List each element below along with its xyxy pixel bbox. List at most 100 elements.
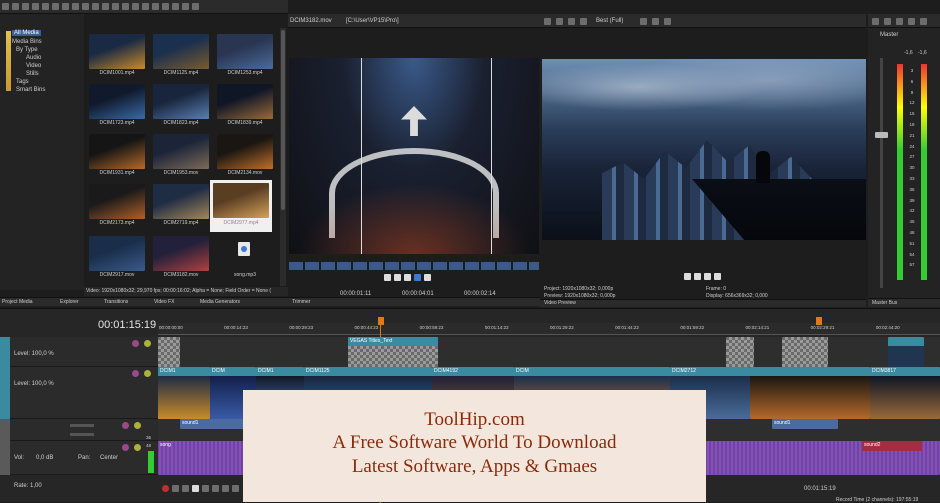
mute-icon[interactable] [132, 340, 139, 347]
tab-video-fx[interactable]: Video FX [154, 298, 174, 306]
play-icon[interactable] [384, 274, 391, 281]
downmix-icon[interactable] [908, 18, 915, 25]
media-item[interactable]: DCIM2719.mp4 [148, 180, 214, 228]
paste-icon[interactable] [62, 3, 69, 10]
open-icon[interactable] [12, 3, 19, 10]
settings-icon[interactable] [102, 3, 109, 10]
tab-master-bus[interactable]: Master Bus [872, 299, 897, 307]
import-icon[interactable] [122, 3, 129, 10]
media-scrollbar[interactable] [280, 28, 286, 286]
track-header-video-2[interactable]: Level: 100,0 % [0, 367, 158, 419]
media-item[interactable]: song.mp3 [212, 232, 278, 280]
quality-dropdown[interactable]: Best (Full) [596, 18, 623, 24]
media-item[interactable]: DCIM1931.mp4 [84, 130, 150, 178]
title-clip[interactable] [726, 337, 754, 367]
tree-item-audio[interactable]: Audio [26, 55, 41, 61]
play-icon[interactable] [684, 273, 691, 280]
delete-icon[interactable] [72, 3, 79, 10]
tree-item-all-media[interactable]: All Media [12, 30, 41, 36]
stop-icon[interactable] [704, 273, 711, 280]
video-clip[interactable] [750, 367, 870, 419]
redo-icon[interactable] [92, 3, 99, 10]
pause-icon[interactable] [694, 273, 701, 280]
media-item[interactable]: DCIM1125.mp4 [148, 30, 214, 78]
tab-project-media[interactable]: Project Media [2, 298, 33, 306]
tab-video-preview[interactable]: Video Preview [544, 300, 576, 307]
title-clip[interactable] [782, 337, 828, 367]
snapshot-icon[interactable] [652, 18, 659, 25]
tab-trimmer[interactable]: Trimmer [292, 298, 310, 306]
save-icon[interactable] [22, 3, 29, 10]
track-header-video-1[interactable]: Level: 100,0 % [0, 337, 158, 367]
audio-clip[interactable]: sound1 [772, 419, 838, 429]
stop-icon[interactable] [212, 485, 219, 492]
pause-icon[interactable] [394, 274, 401, 281]
new-project-icon[interactable] [2, 3, 9, 10]
solo-icon[interactable] [134, 422, 141, 429]
media-item[interactable]: DCIM2173.mp4 [84, 180, 150, 228]
fx-icon[interactable] [142, 3, 149, 10]
video-clip[interactable] [888, 337, 924, 367]
media-item[interactable]: DCIM1839.mp4 [212, 80, 278, 128]
trimmer-filmstrip[interactable] [289, 262, 539, 270]
tab-explorer[interactable]: Explorer [60, 298, 79, 306]
media-item[interactable]: DCIM1953.mov [148, 130, 214, 178]
stop-icon[interactable] [404, 274, 411, 281]
mute-icon[interactable] [122, 444, 129, 451]
volume-slider[interactable] [70, 433, 94, 436]
zoom-icon[interactable] [192, 3, 199, 10]
menu-icon[interactable] [424, 274, 431, 281]
media-item[interactable]: DCIM2134.mov [212, 130, 278, 178]
tree-item-stills[interactable]: Stills [26, 71, 39, 77]
stop-icon[interactable] [162, 3, 169, 10]
title-clip[interactable]: VEGAS Titles_Text [348, 337, 438, 367]
menu-icon[interactable] [714, 273, 721, 280]
undo-icon[interactable] [82, 3, 89, 10]
grid-icon[interactable] [640, 18, 647, 25]
solo-icon[interactable] [144, 340, 151, 347]
playhead-marker[interactable] [378, 317, 384, 325]
master-fader-track[interactable] [880, 58, 883, 288]
dim-icon[interactable] [920, 18, 927, 25]
media-item-selected[interactable]: DCIM2977.mp4 [210, 180, 272, 232]
copy-snapshot-icon[interactable] [664, 18, 671, 25]
go-end-icon[interactable] [232, 485, 239, 492]
media-item[interactable]: DCIM2917.mov [84, 232, 150, 280]
video-clip[interactable]: DCIM1 [158, 367, 210, 419]
title-clip[interactable] [158, 337, 180, 367]
marker-flag[interactable] [816, 317, 822, 325]
mute-icon[interactable] [132, 370, 139, 377]
timeline-ruler[interactable]: 00:00:00:00 00:00:14:23 00:00:29:23 00:00:4… [158, 323, 940, 335]
volume-slider[interactable] [70, 424, 94, 427]
tree-item-smart-bins[interactable]: Smart Bins [16, 87, 45, 93]
audio-clip[interactable]: sound2 [862, 441, 922, 451]
grid-icon[interactable] [172, 3, 179, 10]
loop-icon[interactable] [414, 274, 421, 281]
copy-icon[interactable] [52, 3, 59, 10]
tree-item-by-type[interactable]: By Type [16, 47, 38, 53]
overlay-icon[interactable] [580, 18, 587, 25]
media-item[interactable]: DCIM1823.mp4 [148, 80, 214, 128]
pause-icon[interactable] [202, 485, 209, 492]
properties-icon[interactable] [32, 3, 39, 10]
track-header-audio-2[interactable]: Vol: 0,0 dB Pan: Center 48 [0, 441, 158, 475]
split-screen-icon[interactable] [556, 18, 563, 25]
list-icon[interactable] [182, 3, 189, 10]
go-start-icon[interactable] [222, 485, 229, 492]
tab-transitions[interactable]: Transitions [104, 298, 128, 306]
media-item[interactable]: DCIM3182.mov [148, 232, 214, 280]
media-item[interactable]: DCIM1723.mp4 [84, 80, 150, 128]
solo-icon[interactable] [134, 444, 141, 451]
track-lane-1[interactable]: VEGAS Titles_Text [158, 337, 940, 367]
audio-clip[interactable]: sound1 [180, 419, 244, 429]
play-icon[interactable] [192, 485, 199, 492]
play-icon[interactable] [152, 3, 159, 10]
record-icon[interactable] [162, 485, 169, 492]
tab-media-generators[interactable]: Media Generators [200, 298, 240, 306]
tree-item-tags[interactable]: Tags [16, 79, 29, 85]
play-from-start-icon[interactable] [182, 485, 189, 492]
loop-icon[interactable] [172, 485, 179, 492]
media-item[interactable]: DCIM1001.mp4 [84, 30, 150, 78]
track-header-audio-1[interactable]: 36 [0, 419, 158, 441]
render-icon[interactable] [112, 3, 119, 10]
